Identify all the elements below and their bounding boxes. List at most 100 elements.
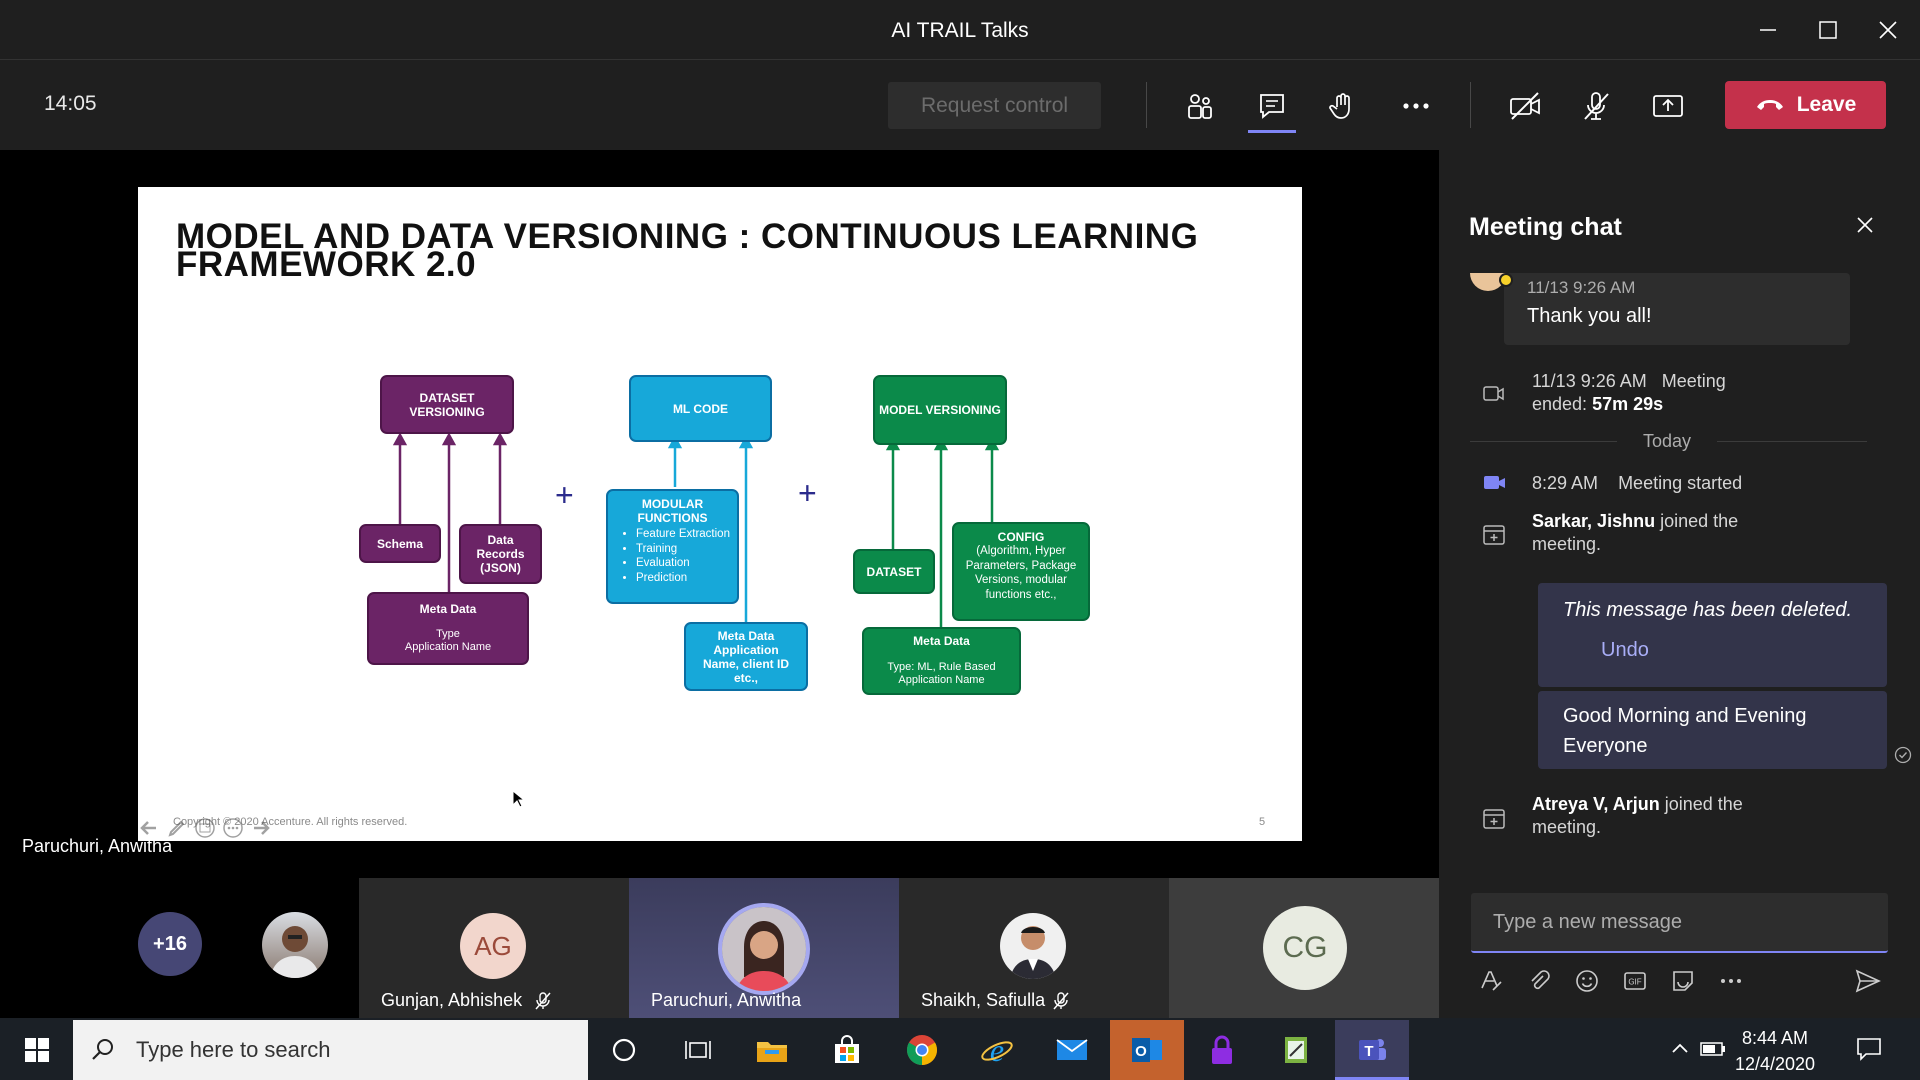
close-window-button[interactable]: [1858, 0, 1918, 60]
undo-link[interactable]: Undo: [1601, 639, 1649, 662]
mail-icon: [1056, 1039, 1088, 1060]
task-view-icon: [685, 1041, 711, 1059]
battery-icon[interactable]: [1700, 1040, 1726, 1058]
teams-app-active[interactable]: T: [1335, 1020, 1409, 1080]
maximize-button[interactable]: [1798, 0, 1858, 60]
store-icon: [835, 1035, 859, 1063]
phone-hangup-icon: [1756, 100, 1783, 110]
participant-tile[interactable]: AG Gunjan, Abhishek: [359, 878, 629, 1018]
event-text: joined the: [1660, 511, 1739, 531]
participant-tile-speaking[interactable]: Paruchuri, Anwitha: [629, 878, 899, 1018]
more-options-icon[interactable]: [222, 817, 244, 839]
taskbar-search[interactable]: [73, 1020, 588, 1080]
config-body: (Algorithm, Hyper Parameters, Package Ve…: [965, 545, 1077, 601]
overflow-count-badge[interactable]: +16: [138, 912, 202, 976]
dataset-box: DATASET: [853, 549, 935, 594]
participant-tile[interactable]: CG: [1169, 878, 1439, 1018]
config-box: CONFIG (Algorithm, Hyper Parameters, Pac…: [952, 522, 1090, 621]
modular-item: Feature Extraction: [636, 527, 737, 542]
participant-name: Sarkar, Jishnu: [1532, 511, 1656, 531]
window-title: AI TRAIL Talks: [891, 19, 1029, 42]
outlook-app[interactable]: O: [1110, 1020, 1184, 1080]
chat-button[interactable]: [1242, 82, 1302, 130]
meta-data-box-1: Meta Data Type Application Name: [367, 592, 529, 665]
meeting-started-icon: [1484, 476, 1505, 489]
more-options-icon[interactable]: [1718, 968, 1744, 994]
chrome-app[interactable]: [885, 1020, 959, 1080]
ie-icon: e: [981, 1034, 1013, 1066]
message-text: Thank you all!: [1527, 305, 1652, 327]
own-message-text: Good Morning and Evening Everyone: [1563, 701, 1807, 761]
model-versioning-box: MODEL VERSIONING: [873, 375, 1007, 445]
avatar[interactable]: [262, 912, 328, 978]
event-joined: Atreya V, Arjun joined the meeting.: [1532, 793, 1743, 839]
share-screen-button[interactable]: [1638, 82, 1698, 130]
muted-mic-icon: [535, 992, 551, 1010]
schema-box: Schema: [359, 524, 441, 563]
task-view-button[interactable]: [661, 1020, 735, 1080]
lock-icon: [1212, 1035, 1232, 1064]
search-input[interactable]: [136, 1037, 556, 1063]
leave-button[interactable]: Leave: [1725, 81, 1886, 129]
hand-icon: [1329, 93, 1350, 119]
close-chat-icon[interactable]: [1856, 216, 1874, 234]
message-line: Good Morning and Evening: [1563, 705, 1807, 727]
meeting-ended-icon: [1483, 386, 1504, 401]
more-actions-button[interactable]: [1386, 82, 1446, 130]
cortana-button[interactable]: [587, 1020, 661, 1080]
share-icon: [1653, 95, 1683, 117]
format-icon[interactable]: [1478, 968, 1504, 994]
event-timestamp: 11/13 9:26 AM: [1532, 371, 1647, 391]
participant-name: Atreya V, Arjun: [1532, 794, 1660, 814]
mail-app[interactable]: [1035, 1020, 1109, 1080]
mic-toggle-button[interactable]: [1566, 82, 1626, 130]
muted-mic-icon: [1053, 992, 1069, 1010]
attach-icon[interactable]: [1526, 968, 1552, 994]
gif-icon[interactable]: GIF: [1622, 968, 1648, 994]
next-slide-icon[interactable]: [250, 817, 272, 839]
raise-hand-button[interactable]: [1313, 82, 1373, 130]
avatar: [718, 903, 810, 995]
file-explorer-app[interactable]: [735, 1020, 809, 1080]
meeting-duration: 14:05: [44, 92, 97, 115]
presenter-name-label: Paruchuri, Anwitha: [22, 836, 173, 856]
person-photo-icon: [1010, 926, 1056, 979]
lock-app[interactable]: [1185, 1020, 1259, 1080]
clock-date: 12/4/2020: [1734, 1054, 1816, 1074]
folder-icon: [757, 1042, 787, 1062]
participants-button[interactable]: [1170, 82, 1230, 130]
store-app[interactable]: [810, 1020, 884, 1080]
sticker-icon[interactable]: [1670, 968, 1696, 994]
participant-name: Gunjan, Abhishek: [381, 990, 523, 1010]
toolbar-divider: [1470, 82, 1471, 128]
plus-sign: +: [798, 475, 817, 511]
svg-text:e: e: [990, 1034, 1004, 1066]
modular-functions-box: MODULAR FUNCTIONS Feature Extraction Tra…: [606, 489, 739, 604]
camera-toggle-button[interactable]: [1495, 82, 1555, 130]
notes-app[interactable]: [1260, 1020, 1334, 1080]
start-button[interactable]: [0, 1020, 74, 1080]
taskbar-clock[interactable]: 8:44 AM 12/4/2020: [1730, 1025, 1820, 1077]
message-input[interactable]: [1471, 893, 1888, 951]
meta-data-box-2: Meta Data Application Name, client ID et…: [684, 622, 808, 691]
overflow-tile: +16: [0, 878, 359, 1018]
close-icon: [1879, 21, 1897, 39]
meta-data-box-3: Meta Data Type: ML, Rule Based Applicati…: [862, 627, 1021, 695]
show-hidden-icons[interactable]: [1670, 1038, 1690, 1058]
minimize-button[interactable]: [1738, 0, 1798, 60]
internet-explorer-app[interactable]: e: [960, 1020, 1034, 1080]
avatar: [1000, 913, 1066, 979]
send-icon[interactable]: [1854, 968, 1882, 994]
divider: [1470, 441, 1617, 442]
message-compose-box: [1471, 893, 1888, 953]
message-line: Everyone: [1563, 735, 1648, 757]
event-timestamp: 8:29 AM: [1532, 473, 1599, 493]
notifications-icon[interactable]: [1856, 1036, 1882, 1062]
request-control-button[interactable]: Request control: [888, 82, 1101, 129]
participant-tile[interactable]: Shaikh, Safiulla: [899, 878, 1169, 1018]
see-all-slides-icon[interactable]: [194, 817, 216, 839]
data-records-box: Data Records (JSON): [459, 524, 542, 584]
compose-actions: GIF: [1478, 968, 1744, 994]
emoji-icon[interactable]: [1574, 968, 1600, 994]
svg-text:T: T: [1364, 1043, 1373, 1060]
